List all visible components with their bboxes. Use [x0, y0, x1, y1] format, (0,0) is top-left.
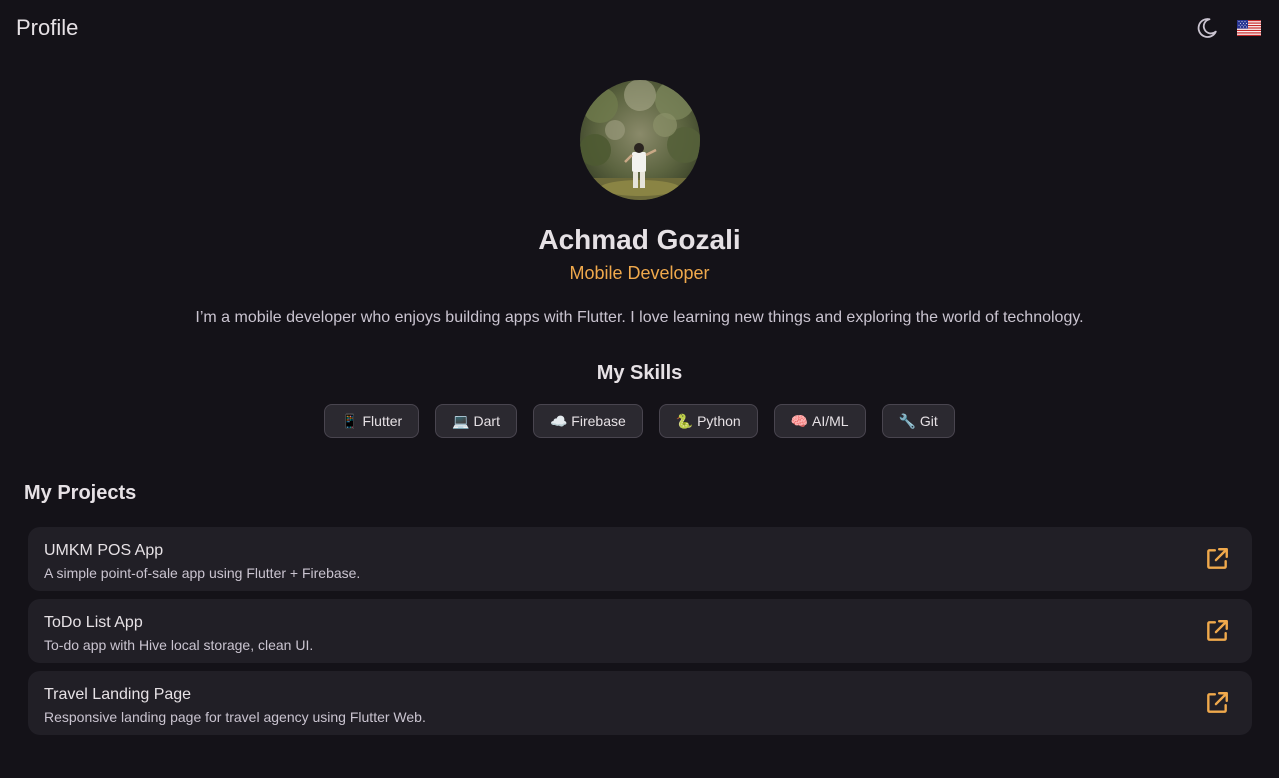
project-description: A simple point-of-sale app using Flutter…	[44, 565, 361, 581]
open-in-new-icon[interactable]	[1204, 618, 1230, 644]
page-title: Profile	[16, 15, 79, 40]
app-bar-actions	[1193, 14, 1263, 42]
skills-heading: My Skills	[596, 362, 683, 384]
moon-icon[interactable]	[1193, 14, 1221, 42]
project-list: UMKM POS App A simple point-of-sale app …	[28, 527, 1252, 735]
wrench-icon: 🔧	[898, 412, 917, 429]
project-card-todo-list[interactable]: ToDo List App To-do app with Hive local …	[28, 599, 1252, 663]
laptop-icon: 💻	[452, 412, 470, 429]
projects-heading: My Projects	[24, 482, 137, 504]
skill-chip-dart[interactable]: 💻 Dart	[435, 404, 517, 438]
app-bar: Profile	[0, 0, 1279, 56]
project-title: Travel Landing Page	[44, 686, 192, 703]
skill-chip-firebase[interactable]: ☁️ Firebase	[532, 404, 643, 438]
project-card-travel-landing[interactable]: Travel Landing Page Responsive landing p…	[28, 671, 1252, 735]
skill-chip-ai-ml[interactable]: 🧠 AI/ML	[773, 404, 866, 438]
skill-chip-git[interactable]: 🔧 Git	[881, 404, 955, 438]
project-description: To-do app with Hive local storage, clean…	[44, 637, 314, 653]
profile-role: Mobile Developer	[569, 263, 710, 283]
snake-icon: 🐍	[675, 412, 694, 429]
skill-label: Dart	[473, 413, 500, 429]
skill-label: Firebase	[571, 413, 626, 429]
phone-icon: 📱	[341, 412, 359, 429]
open-in-new-icon[interactable]	[1204, 690, 1230, 716]
project-title: UMKM POS App	[44, 542, 164, 559]
project-description: Responsive landing page for travel agenc…	[44, 709, 426, 725]
brain-icon: 🧠	[790, 412, 809, 429]
us-flag-icon[interactable]	[1235, 14, 1263, 42]
skill-label: AI/ML	[812, 413, 849, 429]
cloud-icon: ☁️	[549, 412, 568, 429]
skill-chip-flutter[interactable]: 📱 Flutter	[324, 404, 420, 438]
profile-name: Achmad Gozali	[538, 224, 741, 255]
profile-bio: I’m a mobile developer who enjoys buildi…	[195, 309, 1084, 326]
skill-label: Flutter	[362, 413, 403, 429]
avatar	[580, 80, 700, 200]
skill-chip-python[interactable]: 🐍 Python	[658, 404, 758, 438]
project-card-umkm-pos[interactable]: UMKM POS App A simple point-of-sale app …	[28, 527, 1252, 591]
project-title: ToDo List App	[44, 614, 143, 631]
open-in-new-icon[interactable]	[1204, 546, 1230, 572]
skill-label: Git	[919, 413, 938, 429]
skills-chips: 📱 Flutter 💻 Dart ☁️ Firebase 🐍 Python 🧠 …	[0, 404, 1279, 438]
skill-label: Python	[697, 413, 741, 429]
